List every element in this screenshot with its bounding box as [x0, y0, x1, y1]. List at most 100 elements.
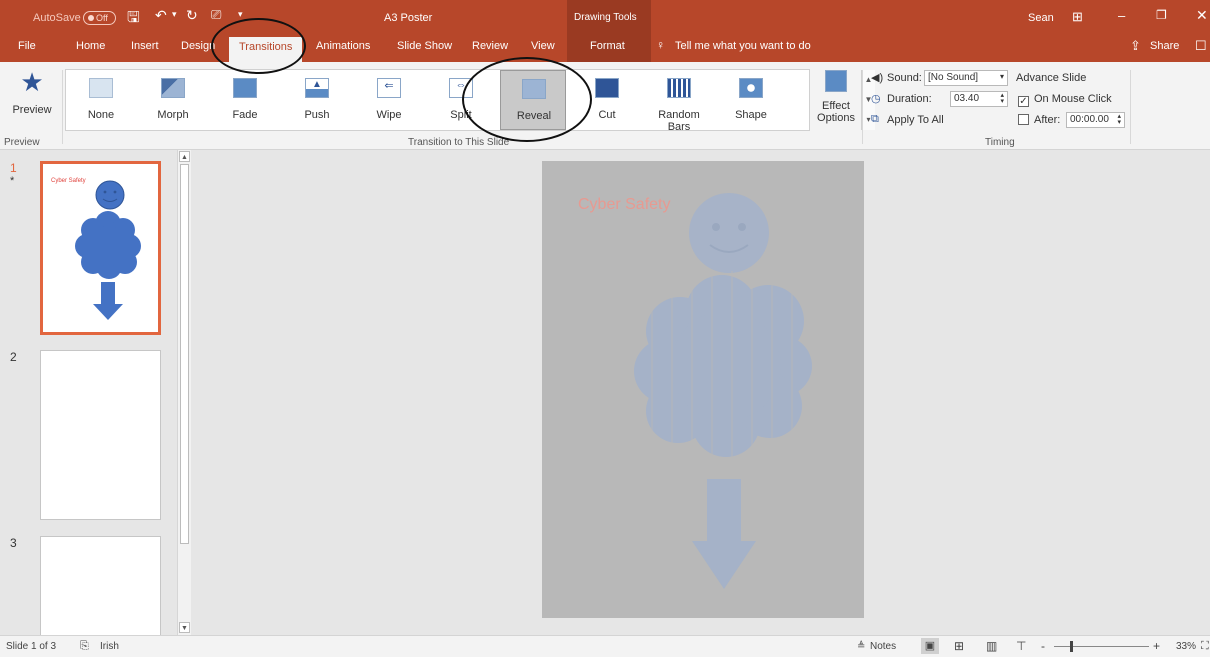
- transition-morph[interactable]: Morph: [140, 70, 206, 130]
- thumb-graphic: [75, 180, 141, 320]
- transition-label: Fade: [232, 109, 258, 121]
- transition-shape[interactable]: Shape: [718, 70, 784, 130]
- ribbon-display-icon[interactable]: ⊞: [1072, 9, 1083, 25]
- transition-wipe[interactable]: ⇐ Wipe: [356, 70, 422, 130]
- redo-icon[interactable]: ↻: [186, 7, 198, 24]
- spinner-arrows-icon: ▴ ▾: [1000, 92, 1004, 105]
- divider: [862, 70, 863, 144]
- undo-dropdown-icon[interactable]: ▾: [172, 9, 177, 20]
- tab-insert[interactable]: Insert: [131, 40, 159, 52]
- transition-push[interactable]: ▲ Push: [284, 70, 350, 130]
- slide-thumbnail-3[interactable]: [40, 536, 161, 635]
- slide-thumbnail-1[interactable]: Cyber Safety: [40, 161, 161, 335]
- apply-all-icon: ⧉: [871, 113, 879, 125]
- wipe-icon: ⇐: [377, 78, 401, 98]
- notes-button[interactable]: Notes: [870, 641, 896, 652]
- preview-button[interactable]: ★ Preview: [6, 68, 58, 130]
- reading-view-icon[interactable]: ▥: [986, 639, 997, 653]
- tab-format[interactable]: Format: [590, 40, 625, 52]
- scroll-down-icon[interactable]: ▼: [179, 622, 190, 633]
- fit-to-window-icon[interactable]: ⛶: [1201, 640, 1209, 653]
- transition-gallery: None Morph Fade ▲ Push ⇐ Wipe ⇔ Split Revea…: [65, 69, 875, 133]
- on-mouse-click-checkbox[interactable]: ✓ On Mouse Click: [1018, 93, 1112, 107]
- share-icon[interactable]: ⇪: [1130, 38, 1141, 54]
- apply-to-all-button[interactable]: Apply To All: [887, 114, 944, 126]
- transition-none[interactable]: None: [68, 70, 134, 130]
- tell-me-box[interactable]: Tell me what you want to do: [675, 40, 811, 52]
- undo-icon[interactable]: ↶: [155, 7, 167, 24]
- preview-star-icon: ★: [20, 67, 44, 97]
- slide-canvas[interactable]: Cyber Safety: [542, 161, 864, 618]
- after-label: After:: [1034, 114, 1061, 126]
- duration-spinner[interactable]: 03.40 ▴ ▾: [950, 91, 1008, 107]
- tab-slide-show[interactable]: Slide Show: [397, 40, 452, 52]
- presenter-icon[interactable]: ⎚: [211, 7, 221, 23]
- drawing-tools-band: [567, 0, 651, 62]
- zoom-in-button[interactable]: +: [1153, 639, 1160, 653]
- thumbnail-pane: 1 * Cyber Safety 2 3 ▲ ▼: [0, 150, 200, 635]
- transition-label: Push: [304, 109, 330, 121]
- notes-icon[interactable]: ≜: [857, 641, 865, 652]
- on-mouse-click-label: On Mouse Click: [1034, 93, 1112, 105]
- zoom-slider[interactable]: [1054, 646, 1149, 647]
- minimize-icon[interactable]: –: [1118, 8, 1125, 23]
- zoom-slider-thumb[interactable]: [1070, 641, 1073, 652]
- share-button[interactable]: Share: [1150, 40, 1179, 52]
- divider: [1130, 70, 1131, 144]
- tab-review[interactable]: Review: [472, 40, 508, 52]
- preview-group-label: Preview: [4, 137, 40, 148]
- scroll-up-icon[interactable]: ▲: [179, 151, 190, 162]
- fade-icon: [233, 78, 257, 98]
- slide-sorter-icon[interactable]: ⊞: [954, 639, 964, 653]
- customize-toolbar-icon[interactable]: ▾: [238, 9, 243, 20]
- normal-view-icon[interactable]: ▣: [921, 638, 939, 654]
- sound-select[interactable]: [No Sound] ▾: [924, 70, 1008, 86]
- options-label: Options: [817, 112, 855, 124]
- tab-file[interactable]: File: [18, 40, 36, 52]
- after-spinner[interactable]: 00:00.00 ▴ ▾: [1066, 112, 1125, 128]
- tab-home[interactable]: Home: [76, 40, 105, 52]
- spell-check-icon[interactable]: ⎘: [80, 640, 89, 653]
- slide-counter: Slide 1 of 3: [6, 641, 57, 652]
- after-checkbox[interactable]: After:: [1018, 114, 1060, 126]
- language-indicator[interactable]: Irish: [100, 641, 119, 652]
- transition-label: Shape: [735, 109, 767, 121]
- cut-icon: [595, 78, 619, 98]
- duration-label: Duration:: [887, 93, 932, 105]
- transition-label: None: [87, 109, 115, 121]
- restore-icon[interactable]: ❐: [1156, 8, 1167, 22]
- transition-fade[interactable]: Fade: [212, 70, 278, 130]
- slideshow-view-icon[interactable]: ⊤: [1016, 639, 1026, 653]
- tab-animations[interactable]: Animations: [316, 40, 370, 52]
- down-arrow-shape: [692, 479, 756, 589]
- thumb-number: 3: [10, 536, 17, 550]
- lightbulb-icon: ♀: [656, 38, 665, 52]
- tab-view[interactable]: View: [531, 40, 555, 52]
- zoom-out-button[interactable]: -: [1041, 639, 1045, 653]
- autosave-toggle[interactable]: Off: [83, 11, 116, 25]
- comments-icon[interactable]: ☐: [1195, 38, 1207, 54]
- close-icon[interactable]: ✕: [1196, 7, 1208, 24]
- transition-group-label: Transition to This Slide: [408, 137, 510, 148]
- zoom-level[interactable]: 33%: [1176, 641, 1196, 652]
- user-name[interactable]: Sean: [1028, 12, 1054, 24]
- powerpoint-window: AutoSave Off 🖫 ↶ ▾ ↻ ⎚ ▾ A3 Poster Drawi…: [0, 0, 1210, 657]
- sound-value: [No Sound]: [928, 72, 979, 83]
- annotation-circle-reveal: [462, 57, 592, 142]
- slide-graphic[interactable]: [542, 161, 864, 618]
- thumb-number: 1: [10, 161, 17, 175]
- scrollbar-thumb[interactable]: [180, 164, 189, 544]
- workspace: 1 * Cyber Safety 2 3 ▲ ▼ Cyber Safety: [0, 150, 1210, 635]
- effect-options-button[interactable]: Effect Options: [814, 68, 858, 134]
- thumbnail-scrollbar[interactable]: ▲ ▼: [177, 150, 191, 635]
- checkbox-unchecked-icon: [1018, 114, 1029, 125]
- preview-label: Preview: [12, 104, 52, 116]
- status-bar: Slide 1 of 3 ⎘ Irish ≜ Notes ▣ ⊞ ▥ ⊤ - +…: [0, 635, 1210, 657]
- smiley-face-shape: [689, 193, 769, 273]
- checkbox-checked-icon: ✓: [1018, 96, 1029, 107]
- chevron-down-icon: ▾: [999, 72, 1004, 81]
- save-icon[interactable]: 🖫: [127, 7, 140, 32]
- transition-random-bars[interactable]: Random Bars: [646, 70, 712, 133]
- slide-thumbnail-2[interactable]: [40, 350, 161, 520]
- transition-label: Wipe: [376, 109, 402, 121]
